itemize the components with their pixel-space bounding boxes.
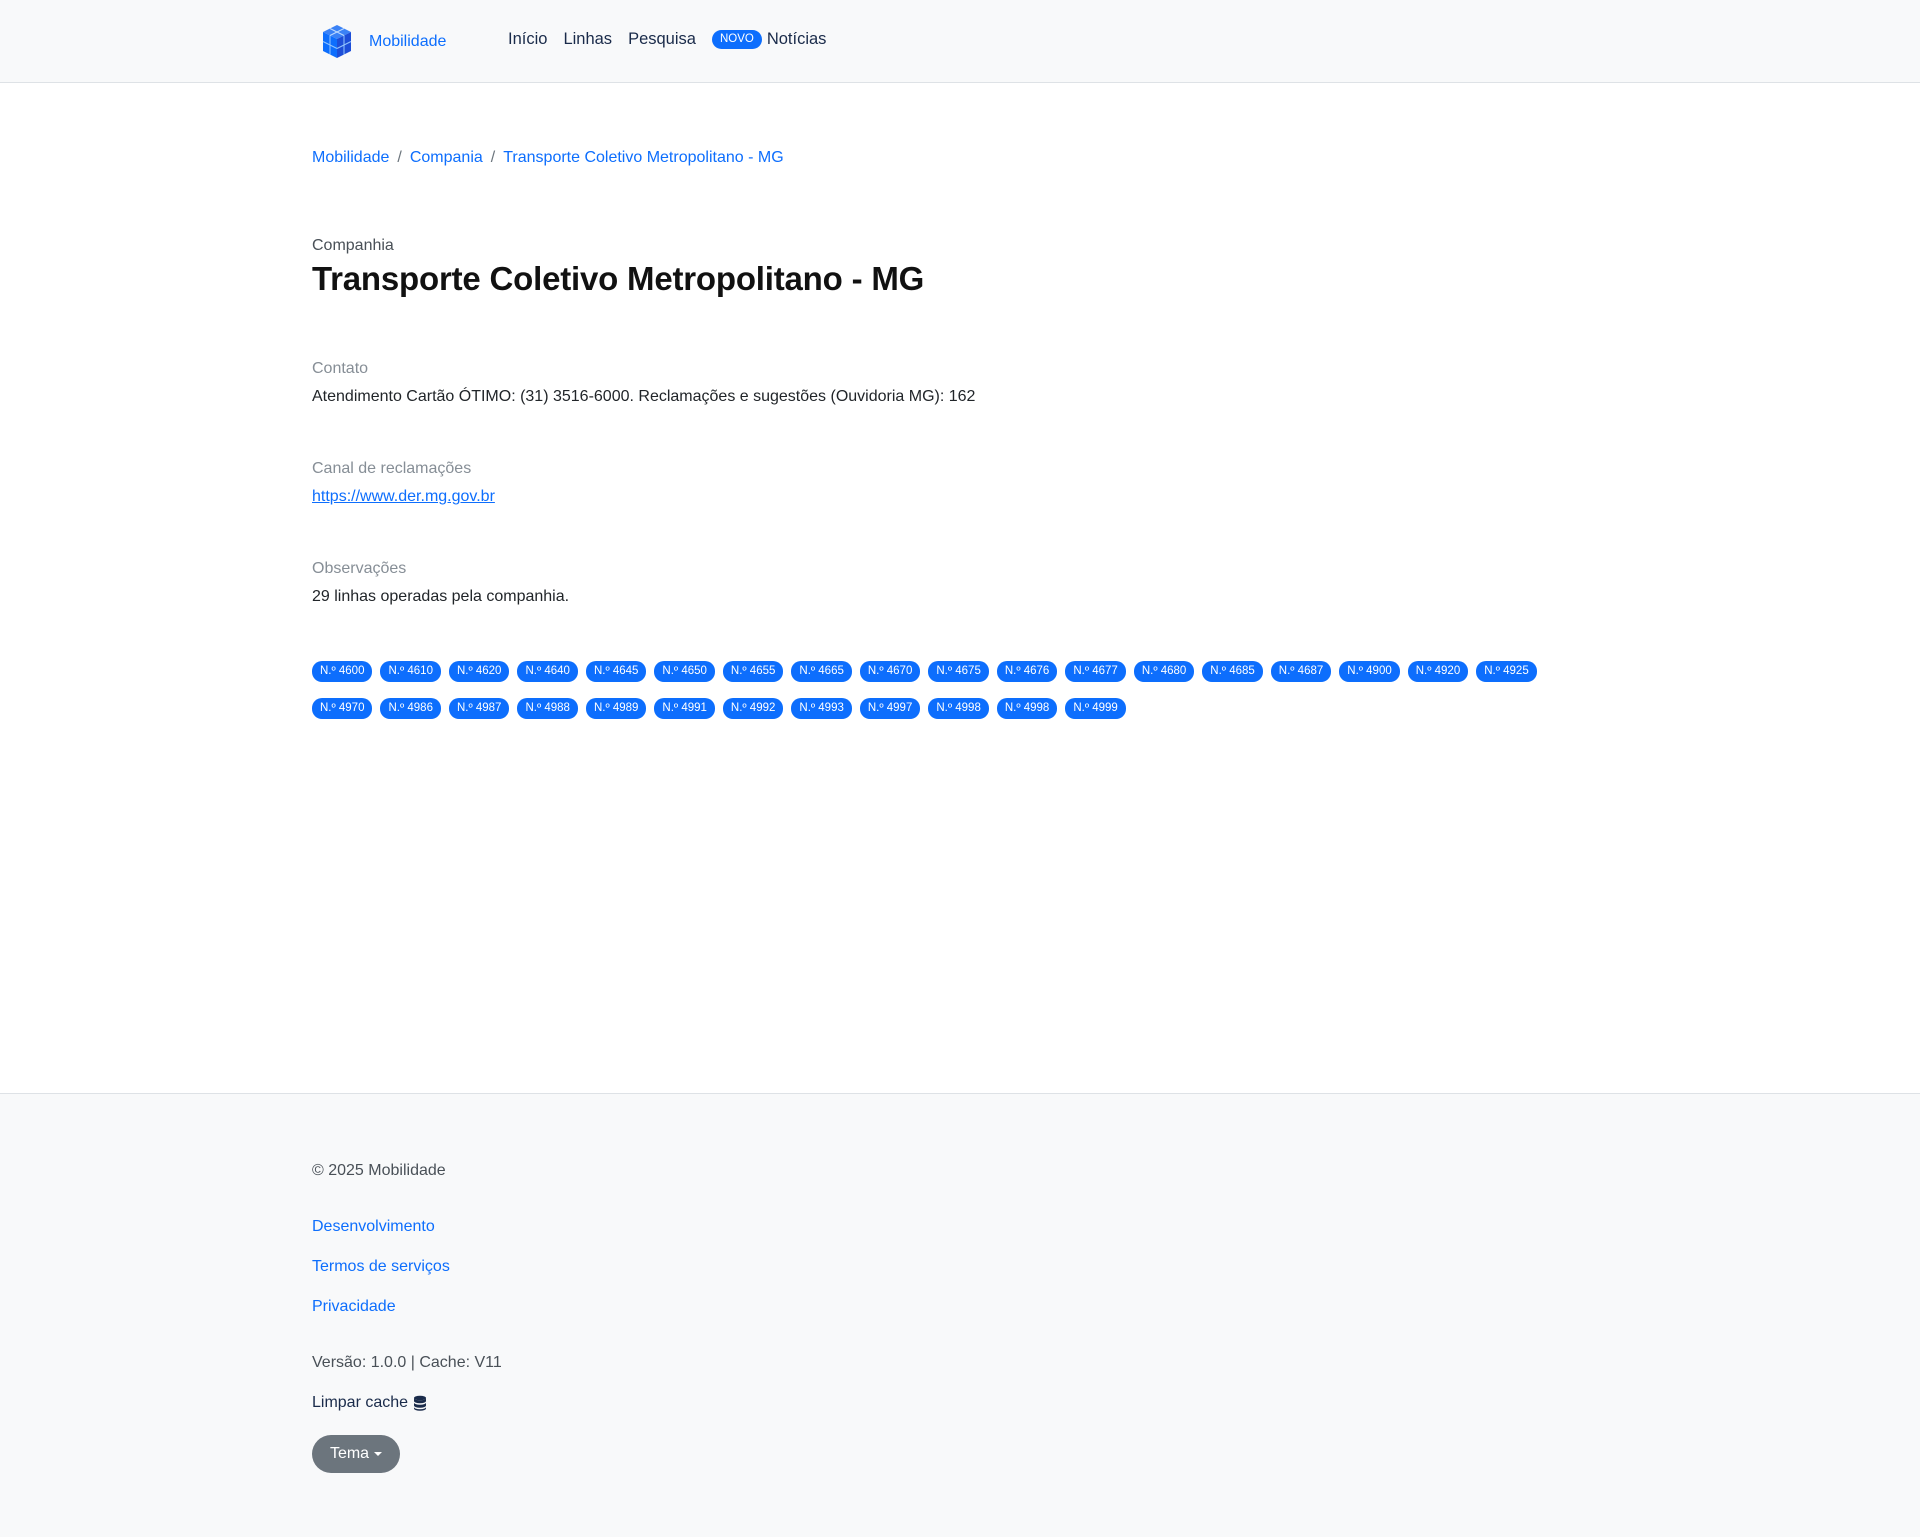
- observacoes-value: 29 linhas operadas pela companhia.: [312, 588, 570, 605]
- database-icon: [414, 1395, 427, 1411]
- footer: © 2025 Mobilidade Desenvolvimento Termos…: [0, 1093, 1920, 1537]
- nav-linhas[interactable]: Linhas: [563, 30, 612, 49]
- line-badge[interactable]: N.º 4655: [722, 661, 784, 682]
- line-badge[interactable]: N.º 4676: [996, 661, 1058, 682]
- line-badge[interactable]: N.º 4998: [996, 698, 1058, 719]
- contato-value: Atendimento Cartão ÓTIMO: (31) 3516-6000…: [312, 388, 976, 405]
- line-badge[interactable]: N.º 4993: [791, 698, 852, 719]
- line-badge[interactable]: N.º 4610: [380, 661, 441, 682]
- footer-link-privacidade[interactable]: Privacidade: [312, 1298, 396, 1316]
- line-badge[interactable]: N.º 4680: [1133, 661, 1195, 682]
- contato-label: Contato: [312, 360, 369, 377]
- nav-noticias[interactable]: NOVO Notícias: [711, 30, 827, 49]
- breadcrumb: Mobilidade / Compania / Transporte Colet…: [312, 149, 784, 167]
- breadcrumb-compania[interactable]: Compania: [410, 149, 483, 167]
- brand-name: Mobilidade: [369, 33, 447, 50]
- line-badge[interactable]: N.º 4989: [585, 698, 647, 719]
- line-badge[interactable]: N.º 4650: [654, 661, 715, 682]
- breadcrumb-current[interactable]: Transporte Coletivo Metropolitano - MG: [503, 149, 783, 167]
- line-badge[interactable]: N.º 4687: [1270, 661, 1332, 682]
- theme-button-label: Tema: [329, 1445, 370, 1462]
- brand-link[interactable]: Mobilidade: [320, 22, 446, 62]
- breadcrumb-separator: /: [490, 149, 496, 166]
- footer-link-desenvolvimento[interactable]: Desenvolvimento: [312, 1218, 435, 1236]
- footer-link-termos[interactable]: Termos de serviços: [312, 1258, 450, 1276]
- page-title: Transporte Coletivo Metropolitano - MG: [312, 260, 925, 297]
- clear-cache-label: Limpar cache: [312, 1394, 409, 1411]
- line-badge[interactable]: N.º 4677: [1065, 661, 1126, 682]
- breadcrumb-separator: /: [397, 149, 402, 166]
- breadcrumb-mobilidade[interactable]: Mobilidade: [312, 149, 389, 167]
- line-badge[interactable]: N.º 4665: [791, 661, 852, 682]
- line-badge[interactable]: N.º 4988: [517, 698, 578, 719]
- observacoes-label: Observações: [312, 560, 407, 577]
- line-badge[interactable]: N.º 4987: [448, 698, 510, 719]
- clear-cache-link[interactable]: Limpar cache: [312, 1394, 427, 1412]
- line-badge[interactable]: N.º 4670: [859, 661, 921, 682]
- main-nav: Início Linhas Pesquisa NOVO Notícias: [508, 30, 826, 49]
- top-navbar: Mobilidade Início Linhas Pesquisa NOVO N…: [0, 0, 1920, 83]
- line-badge[interactable]: N.º 4920: [1407, 661, 1469, 682]
- line-badge[interactable]: N.º 4925: [1476, 661, 1537, 682]
- line-badge[interactable]: N.º 4991: [654, 698, 715, 719]
- canal-label: Canal de reclamações: [312, 460, 472, 477]
- line-badge[interactable]: N.º 4675: [928, 661, 989, 682]
- line-badge[interactable]: N.º 4998: [928, 698, 989, 719]
- line-badge[interactable]: N.º 4645: [585, 661, 647, 682]
- nav-noticias-label: Notícias: [766, 30, 827, 48]
- line-badge[interactable]: N.º 4600: [312, 661, 373, 682]
- version-info: Versão: 1.0.0 | Cache: V11: [312, 1354, 502, 1371]
- page-kicker: Companhia: [312, 237, 394, 254]
- theme-dropdown-button[interactable]: Tema: [312, 1435, 400, 1473]
- line-badge[interactable]: N.º 4992: [722, 698, 784, 719]
- caret-down-icon: [374, 1452, 383, 1456]
- nav-inicio[interactable]: Início: [508, 30, 547, 49]
- line-badge[interactable]: N.º 4986: [380, 698, 441, 719]
- line-badge[interactable]: N.º 4640: [517, 661, 578, 682]
- line-badge[interactable]: N.º 4997: [859, 698, 921, 719]
- line-badge[interactable]: N.º 4620: [448, 661, 510, 682]
- line-badge[interactable]: N.º 4685: [1202, 661, 1263, 682]
- copyright: © 2025 Mobilidade: [312, 1162, 446, 1179]
- canal-link[interactable]: https://www.der.mg.gov.br: [312, 488, 495, 506]
- nav-pesquisa[interactable]: Pesquisa: [628, 30, 696, 49]
- line-badge-list: N.º 4600 N.º 4610 N.º 4620 N.º 4640 N.º 4645…: [312, 661, 1612, 735]
- line-badge[interactable]: N.º 4999: [1065, 698, 1126, 719]
- novo-badge: NOVO: [711, 30, 762, 49]
- line-badge[interactable]: N.º 4900: [1339, 661, 1400, 682]
- cube-logo-icon: [322, 25, 352, 58]
- line-badge[interactable]: N.º 4970: [312, 698, 373, 719]
